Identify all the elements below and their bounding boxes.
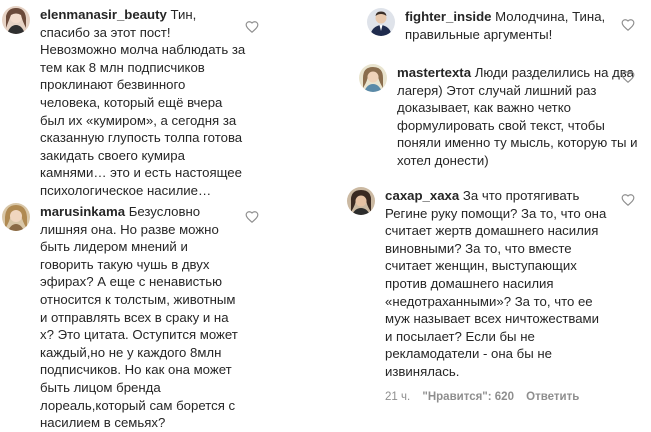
- comment-username[interactable]: fighter_inside: [405, 9, 491, 24]
- like-heart-icon[interactable]: [621, 193, 635, 207]
- comment-username[interactable]: marusinkama: [40, 204, 125, 219]
- avatar[interactable]: [347, 187, 375, 215]
- avatar[interactable]: [367, 8, 395, 36]
- like-heart-icon[interactable]: [245, 210, 259, 224]
- comment-username[interactable]: mastertexta: [397, 65, 471, 80]
- like-heart-icon[interactable]: [621, 70, 635, 84]
- like-heart-icon[interactable]: [621, 18, 635, 32]
- reply-button[interactable]: Ответить: [526, 391, 579, 403]
- avatar[interactable]: [2, 6, 30, 34]
- comment-body: За что протягивать Регине руку помощи? З…: [385, 188, 607, 379]
- comment-text: marusinkama Безусловно лишняя она. Но ра…: [40, 203, 238, 432]
- like-heart-icon[interactable]: [245, 20, 259, 34]
- avatar-photo-icon: [2, 6, 30, 34]
- avatar-photo-icon: [367, 8, 395, 36]
- comment-username[interactable]: elenmanasir_beauty: [40, 7, 167, 22]
- comment-text: elenmanasir_beauty Тин, спасибо за этот …: [40, 6, 248, 200]
- comment-body: Безусловно лишняя она. Но разве можно бы…: [40, 204, 238, 431]
- comment-text: сахар_хаха За что протягивать Регине рук…: [385, 187, 607, 381]
- avatar[interactable]: [2, 203, 30, 231]
- comment-text: fighter_inside Молодчина, Тина, правильн…: [405, 8, 643, 43]
- avatar-photo-icon: [347, 187, 375, 215]
- comment-time[interactable]: 21 ч.: [385, 391, 410, 403]
- comment-username[interactable]: сахар_хаха: [385, 188, 459, 203]
- comment-body: Тин, спасибо за этот пост! Невозможно мо…: [40, 7, 246, 198]
- comment-meta: 21 ч. "Нравится": 620 Ответить: [385, 391, 588, 403]
- comment-likes-count[interactable]: "Нравится": 620: [422, 391, 514, 403]
- comment-text: mastertexta Люди разделились на два лаге…: [397, 64, 641, 170]
- avatar-photo-icon: [2, 203, 30, 231]
- avatar[interactable]: [359, 64, 387, 92]
- avatar-photo-icon: [359, 64, 387, 92]
- comment-body: Люди разделились на два лагеря) Этот слу…: [397, 65, 638, 168]
